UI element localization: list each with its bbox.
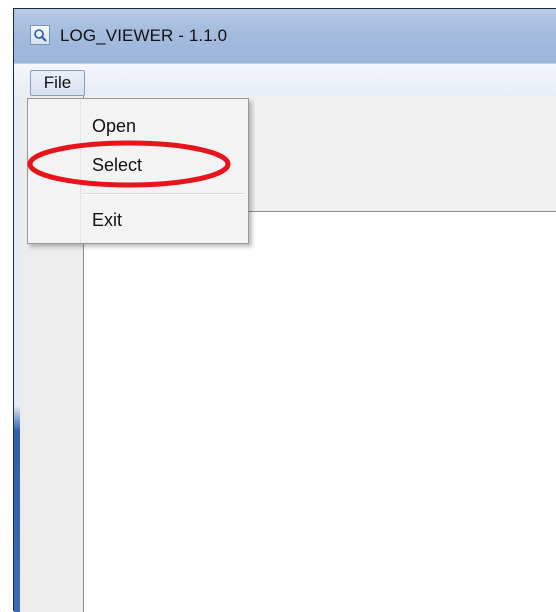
file-menu-button[interactable]: File — [30, 70, 85, 96]
menu-item-label: Select — [92, 155, 143, 175]
menu-item-exit[interactable]: Exit — [30, 202, 246, 238]
window-title: LOG_VIEWER - 1.1.0 — [60, 26, 228, 45]
menu-item-label: Exit — [92, 210, 123, 230]
menu-item-open[interactable]: Open — [30, 108, 246, 144]
title-bar: LOG_VIEWER - 1.1.0 — [14, 9, 556, 63]
magnifier-app-icon — [30, 25, 50, 45]
log-content-area[interactable] — [84, 212, 556, 612]
menu-item-select[interactable]: Select — [30, 147, 246, 183]
menu-separator — [82, 193, 244, 195]
menu-bar: File — [14, 63, 556, 96]
menu-item-label: Open — [92, 116, 137, 136]
file-dropdown-menu: Open Select Exit — [27, 98, 249, 244]
